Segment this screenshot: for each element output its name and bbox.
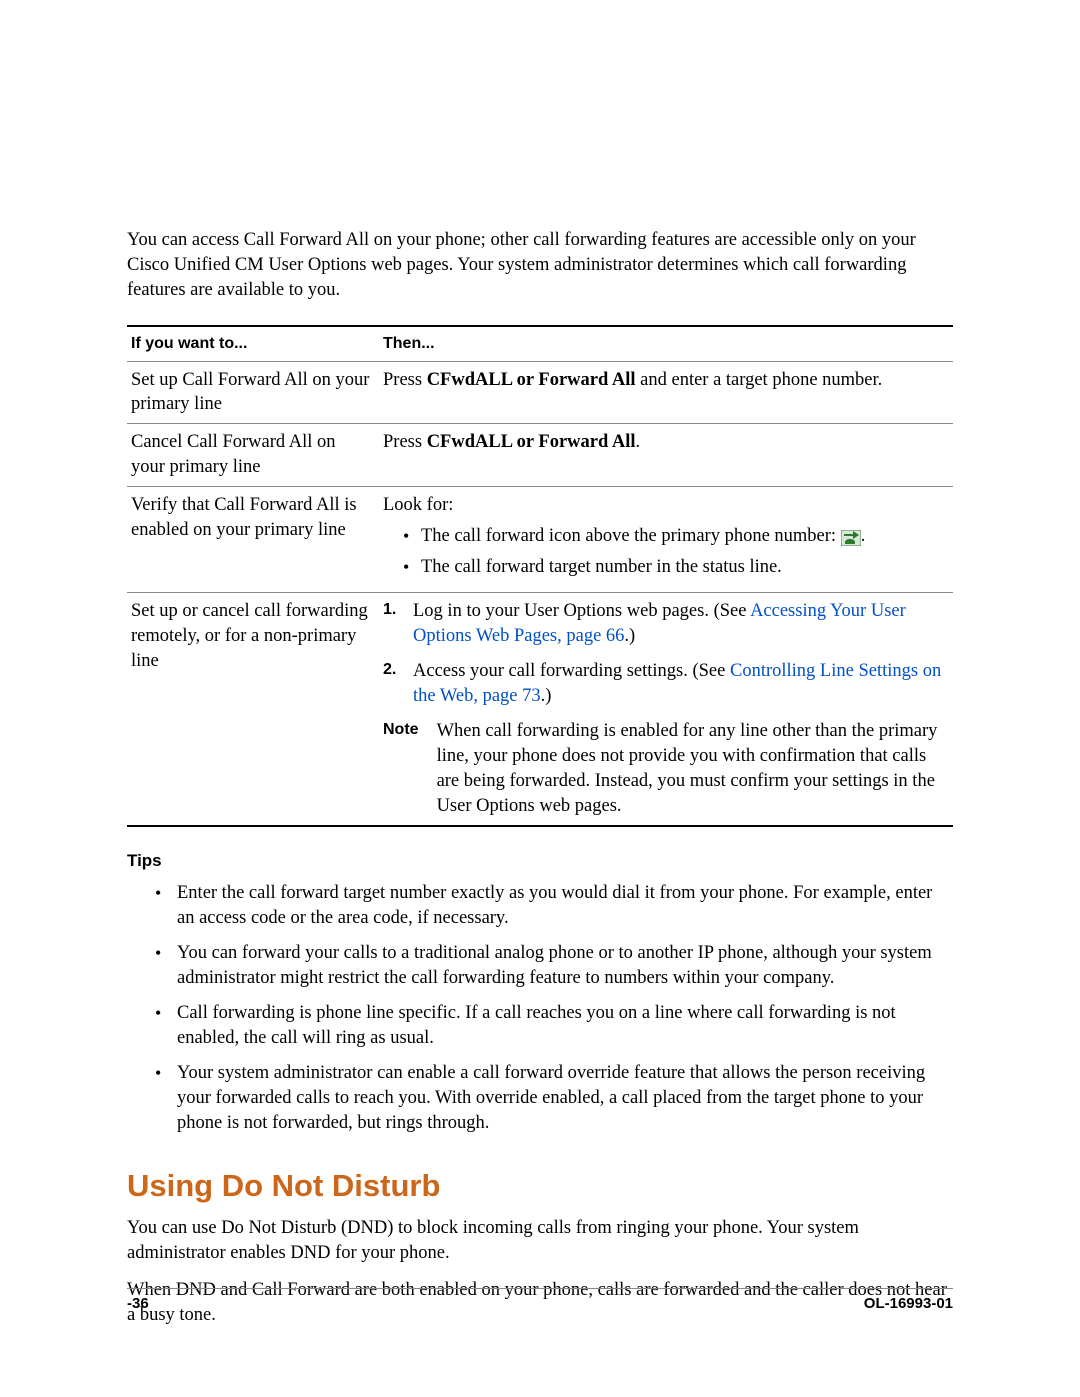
tips-list: Enter the call forward target number exa… bbox=[127, 881, 953, 1136]
row1-rest: and enter a target phone number. bbox=[636, 370, 883, 390]
tip-item: Call forwarding is phone line specific. … bbox=[155, 1001, 953, 1051]
row1-left: Set up Call Forward All on your primary … bbox=[127, 361, 379, 424]
row2-right: Press CFwdALL or Forward All. bbox=[379, 424, 953, 487]
page-content: You can access Call Forward All on your … bbox=[0, 0, 1080, 1328]
row4-step2: Access your call forwarding settings. (S… bbox=[383, 659, 947, 709]
intro-paragraph: You can access Call Forward All on your … bbox=[127, 228, 953, 303]
row4-note: Note When call forwarding is enabled for… bbox=[383, 719, 947, 819]
table-row: Cancel Call Forward All on your primary … bbox=[127, 424, 953, 487]
row3-bullet2: The call forward target number in the st… bbox=[403, 555, 947, 580]
row2-rest: . bbox=[636, 432, 641, 452]
row1-press: Press bbox=[383, 370, 427, 390]
row4-s2b: .) bbox=[541, 686, 552, 706]
row3-left: Verify that Call Forward All is enabled … bbox=[127, 487, 379, 593]
row3-b1-text: The call forward icon above the primary … bbox=[421, 526, 841, 546]
tip-item: Your system administrator can enable a c… bbox=[155, 1061, 953, 1136]
feature-table: If you want to... Then... Set up Call Fo… bbox=[127, 325, 953, 827]
row1-right: Press CFwdALL or Forward All and enter a… bbox=[379, 361, 953, 424]
row2-left: Cancel Call Forward All on your primary … bbox=[127, 424, 379, 487]
row4-s2a: Access your call forwarding settings. (S… bbox=[413, 661, 730, 681]
call-forward-icon bbox=[841, 529, 861, 545]
tip-item: Enter the call forward target number exa… bbox=[155, 881, 953, 931]
row3-b1-dot: . bbox=[861, 526, 866, 546]
tip-item: You can forward your calls to a traditio… bbox=[155, 941, 953, 991]
table-header-then: Then... bbox=[379, 326, 953, 361]
row4-step1: Log in to your User Options web pages. (… bbox=[383, 599, 947, 649]
row3-bullet1: The call forward icon above the primary … bbox=[403, 524, 947, 549]
row4-s1b: .) bbox=[624, 626, 635, 646]
row1-bold: CFwdALL or Forward All bbox=[427, 370, 636, 390]
row2-press: Press bbox=[383, 432, 427, 452]
row2-bold: CFwdALL or Forward All bbox=[427, 432, 636, 452]
row4-right: Log in to your User Options web pages. (… bbox=[379, 593, 953, 826]
table-row: Set up Call Forward All on your primary … bbox=[127, 361, 953, 424]
row4-steps: Log in to your User Options web pages. (… bbox=[383, 599, 947, 709]
row3-right: Look for: The call forward icon above th… bbox=[379, 487, 953, 593]
row3-lookfor: Look for: bbox=[383, 493, 947, 518]
table-row: Set up or cancel call forwarding remotel… bbox=[127, 593, 953, 826]
tips-heading: Tips bbox=[127, 851, 953, 871]
note-body: When call forwarding is enabled for any … bbox=[437, 719, 947, 819]
footer-doc-id: OL-16993-01 bbox=[864, 1295, 953, 1312]
table-row: Verify that Call Forward All is enabled … bbox=[127, 487, 953, 593]
row3-bullets: The call forward icon above the primary … bbox=[383, 524, 947, 580]
note-label: Note bbox=[383, 719, 419, 819]
footer-page-number: -36 bbox=[127, 1295, 149, 1312]
row4-s1a: Log in to your User Options web pages. (… bbox=[413, 601, 750, 621]
page-footer: -36 OL-16993-01 bbox=[127, 1288, 953, 1312]
dnd-para1: You can use Do Not Disturb (DND) to bloc… bbox=[127, 1216, 953, 1266]
row4-left: Set up or cancel call forwarding remotel… bbox=[127, 593, 379, 826]
section-heading-dnd: Using Do Not Disturb bbox=[127, 1168, 953, 1204]
table-header-if: If you want to... bbox=[127, 326, 379, 361]
